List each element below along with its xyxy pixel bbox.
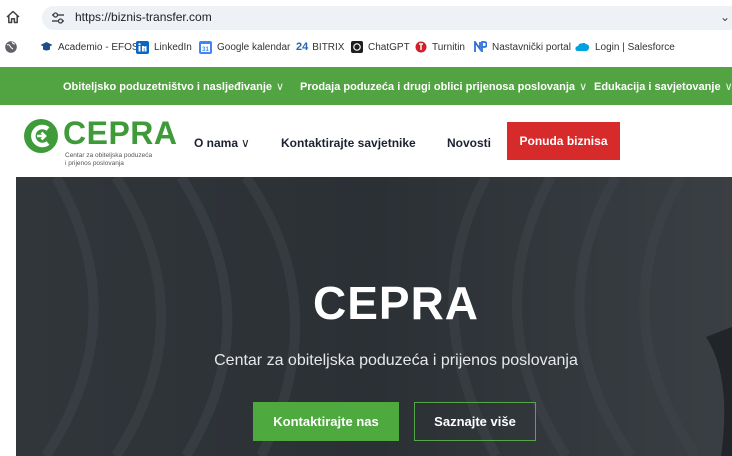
saznajte-vise-button[interactable]: Saznajte više [414, 402, 536, 441]
category-nav: Obiteljsko poduzetništvo i nasljeđivanje… [0, 67, 732, 105]
menu-label: O nama [194, 136, 239, 150]
site-info-icon[interactable] [51, 11, 65, 25]
ponuda-biznisa-button[interactable]: Ponuda biznisa [507, 122, 620, 160]
bookmark-chatgpt[interactable]: ChatGPT [351, 40, 410, 54]
google-calendar-icon: 31 [199, 40, 212, 54]
site-header: CEPRA Centar za obiteljska poduzeća i pr… [0, 105, 732, 177]
hero-section: CEPRA Centar za obiteljska poduzeća i pr… [16, 177, 732, 456]
nav-edukacija[interactable]: Edukacija i savjetovanje ∨ [594, 80, 732, 93]
address-overflow-chevron-icon[interactable]: ⌄ [720, 10, 730, 24]
cepra-logo-icon[interactable] [23, 118, 59, 154]
bookmark-label: Nastavnički portal [492, 41, 571, 53]
bookmark-linkedin[interactable]: LinkedIn [136, 40, 192, 54]
bookmark-google-calendar[interactable]: 31 Google kalendar [199, 40, 290, 54]
logo-tagline: Centar za obiteljska poduzeća i prijenos… [65, 152, 175, 167]
bookmark-label: Turnitin [432, 41, 465, 53]
bookmark-label: Login | Salesforce [595, 41, 675, 53]
nav-label: Edukacija i savjetovanje [594, 81, 721, 93]
chevron-down-icon: ∨ [724, 81, 732, 93]
bookmarks-bar: Academio - EFOS LinkedIn 31 Google kalen… [0, 34, 732, 60]
bookmark-label: LinkedIn [154, 41, 192, 53]
linkedin-icon [136, 40, 149, 54]
bookmark-label: BITRIX [312, 41, 345, 53]
salesforce-cloud-icon [575, 42, 590, 51]
menu-label: Kontaktirajte savjetnike [281, 136, 416, 150]
chevron-down-icon: ∨ [579, 81, 588, 93]
home-icon[interactable] [5, 9, 21, 25]
hero-title: CEPRA [312, 277, 480, 329]
menu-kontaktirajte-savjetnike[interactable]: Kontaktirajte savjetnike [281, 136, 416, 150]
logo-wordmark[interactable]: CEPRA [63, 115, 178, 152]
menu-o-nama[interactable]: O nama ∨ [194, 136, 250, 150]
bookmark-label: Google kalendar [217, 41, 291, 53]
nav-label: Prodaja poduzeća i drugi oblici prijenos… [300, 81, 576, 93]
chatgpt-icon [351, 41, 363, 53]
bookmark-turnitin[interactable]: Turnitin [415, 40, 465, 54]
bitrix24-icon: 24 [296, 41, 309, 53]
nav-obiteljsko-poduzetnistvo[interactable]: Obiteljsko poduzetništvo i nasljeđivanje… [63, 80, 284, 93]
url-text[interactable]: https://biznis-transfer.com [75, 10, 212, 24]
svg-text:31: 31 [202, 47, 209, 53]
turnitin-icon [415, 41, 427, 53]
chevron-down-icon: ∨ [276, 81, 285, 93]
browser-address-row: https://biznis-transfer.com ⌄ [0, 0, 732, 34]
nav-prodaja-poduzeca[interactable]: Prodaja poduzeća i drugi oblici prijenos… [300, 80, 587, 93]
hero-subtitle: Centar za obiteljska poduzeća i prijenos… [214, 352, 578, 369]
nastavnicki-portal-icon [474, 41, 487, 52]
bookmark-label: Academio - EFOS [58, 41, 139, 53]
bookmark-nastavnicki-portal[interactable]: Nastavnički portal [474, 40, 571, 54]
globe-icon[interactable] [4, 40, 18, 54]
nav-label: Obiteljsko poduzetništvo i nasljeđivanje [63, 81, 273, 93]
menu-novosti[interactable]: Novosti [447, 136, 491, 150]
bookmark-bitrix[interactable]: 24 BITRIX [296, 40, 344, 54]
menu-label: Novosti [447, 136, 492, 150]
kontaktirajte-nas-button[interactable]: Kontaktirajte nas [253, 402, 399, 441]
bookmark-salesforce[interactable]: Login | Salesforce [575, 40, 675, 54]
bookmark-academio[interactable]: Academio - EFOS [40, 40, 139, 54]
graduation-cap-icon [40, 42, 53, 51]
bookmark-label: ChatGPT [368, 41, 410, 53]
logo-tagline-line: i prijenos poslovanja [65, 159, 124, 167]
chevron-down-icon: ∨ [241, 136, 250, 150]
logo-tagline-line: Centar za obiteljska poduzeća [65, 152, 153, 159]
